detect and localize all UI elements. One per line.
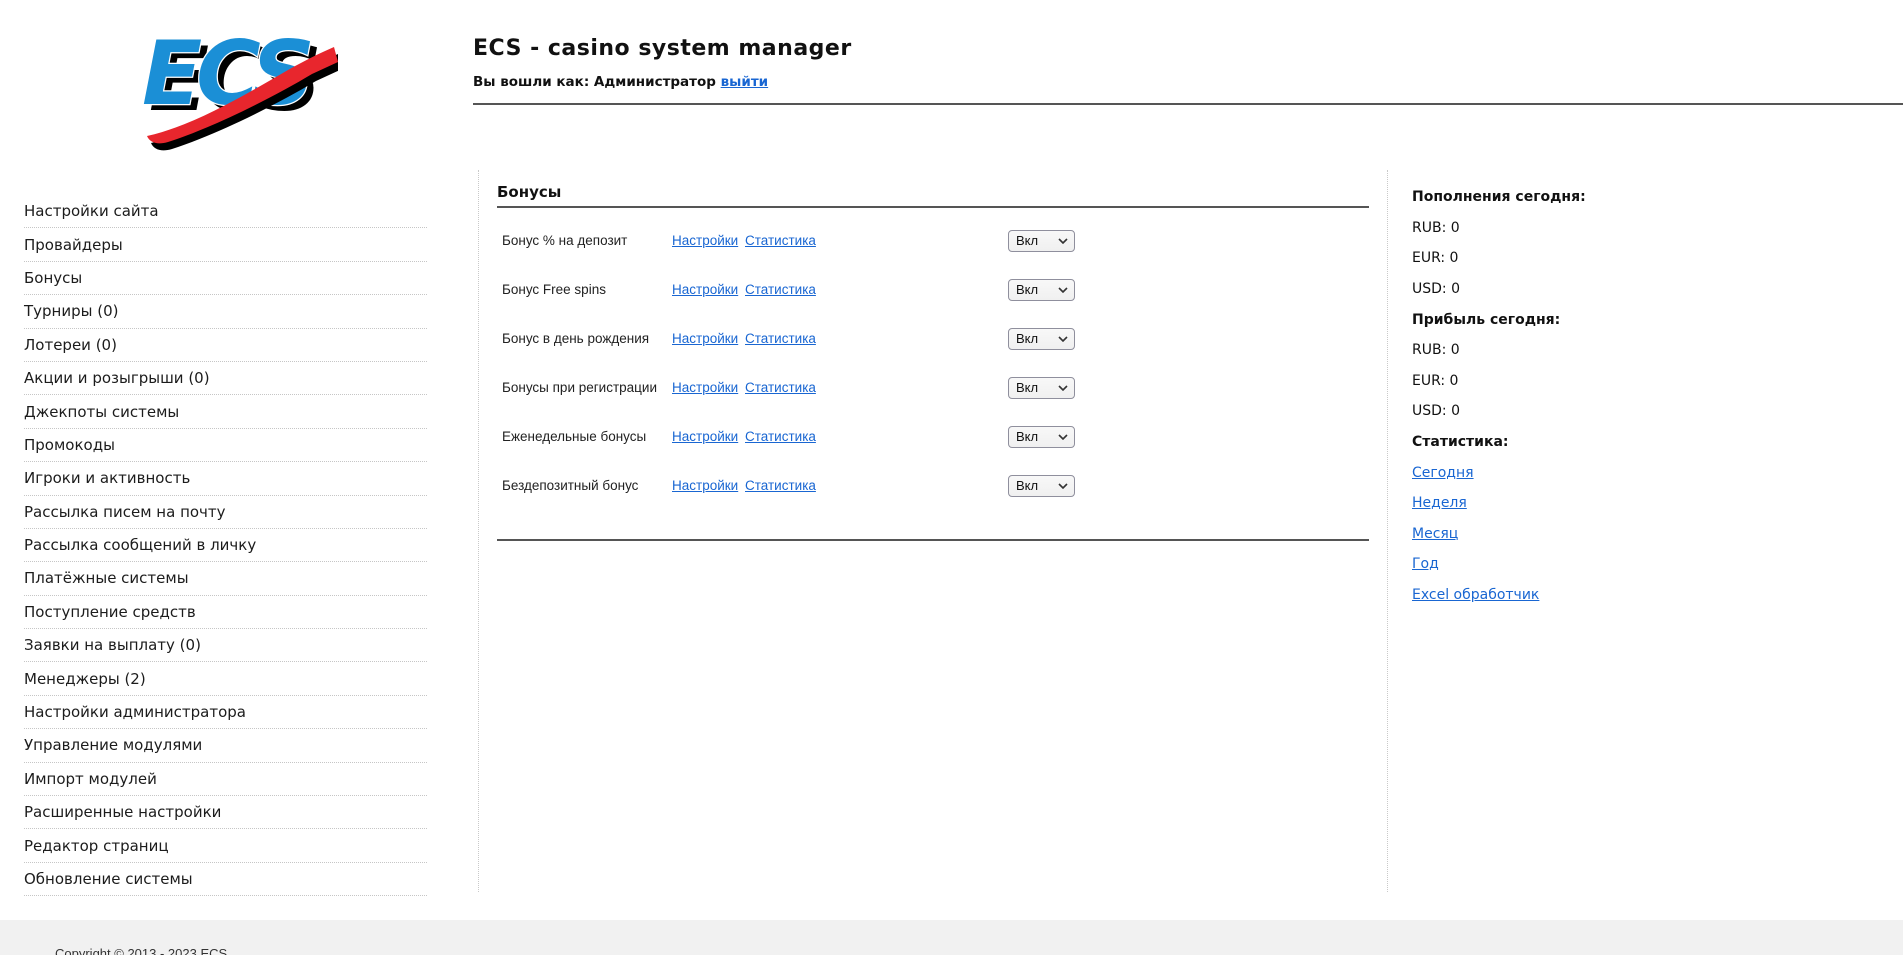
chevron-down-icon [1058,287,1068,293]
bonus-name: Бонус в день рождения [502,331,672,346]
stats-panel: Пополнения сегодня: RUB: 0 EUR: 0 USD: 0… [1412,182,1712,610]
bonus-toggle-select[interactable]: Вкл [1008,377,1075,399]
sidebar-item-page-editor[interactable]: Редактор страниц [24,829,427,862]
bonus-toggle-value: Вкл [1016,429,1038,444]
sidebar-item-module-import[interactable]: Импорт модулей [24,763,427,796]
sidebar-item-system-update[interactable]: Обновление системы [24,863,427,896]
login-status: Вы вошли как: Администратор выйти [473,74,768,90]
login-status-text: Вы вошли как: Администратор [473,74,716,90]
deposits-rub-value: RUB: 0 [1412,213,1712,244]
sidebar-item-managers[interactable]: Менеджеры (2) [24,662,427,695]
bonus-settings-link[interactable]: Настройки [672,429,745,444]
sidebar-item-incoming-funds[interactable]: Поступление средств [24,596,427,629]
bonus-settings-link[interactable]: Настройки [672,233,745,248]
sidebar-main-divider [478,170,479,892]
sidebar-item-providers[interactable]: Провайдеры [24,228,427,261]
profit-usd-value: USD: 0 [1412,396,1712,427]
sidebar-item-jackpots[interactable]: Джекпоты системы [24,395,427,428]
bonus-name: Бонусы при регистрации [502,380,672,395]
stats-excel-link[interactable]: Excel обработчик [1412,587,1539,603]
bonus-stats-link[interactable]: Статистика [745,380,935,395]
bonus-name: Бонус % на депозит [502,233,672,248]
bonus-toggle-select[interactable]: Вкл [1008,426,1075,448]
sidebar-item-email-mailing[interactable]: Рассылка писем на почту [24,496,427,529]
profit-eur-value: EUR: 0 [1412,366,1712,397]
stats-month-link[interactable]: Месяц [1412,526,1458,542]
sidebar-item-payout-requests[interactable]: Заявки на выплату (0) [24,629,427,662]
bonus-toggle-select[interactable]: Вкл [1008,230,1075,252]
stats-today-link[interactable]: Сегодня [1412,465,1474,481]
bonus-toggle-value: Вкл [1016,331,1038,346]
deposits-today-title: Пополнения сегодня: [1412,182,1712,213]
footer: Copyright © 2013 - 2023 ECS [0,920,1903,955]
sidebar-item-site-settings[interactable]: Настройки сайта [24,195,427,228]
bonus-settings-link[interactable]: Настройки [672,478,745,493]
bonus-toggle-select[interactable]: Вкл [1008,328,1075,350]
chevron-down-icon [1058,336,1068,342]
bonus-row: Бонусы при регистрации Настройки Статист… [502,363,1369,412]
sidebar-item-bonuses[interactable]: Бонусы [24,262,427,295]
stats-year-link[interactable]: Год [1412,556,1439,572]
bonus-toggle-select[interactable]: Вкл [1008,475,1075,497]
sidebar-item-payment-systems[interactable]: Платёжные системы [24,562,427,595]
main-rightpanel-divider [1387,170,1388,892]
page: ECS ECS ECS - casino system manager Вы в… [0,0,1903,955]
bonus-row: Бездепозитный бонус Настройки Статистика… [502,461,1369,510]
bonus-toggle-value: Вкл [1016,478,1038,493]
bonus-stats-link[interactable]: Статистика [745,429,935,444]
sidebar-item-players-activity[interactable]: Игроки и активность [24,462,427,495]
chevron-down-icon [1058,238,1068,244]
profit-rub-value: RUB: 0 [1412,335,1712,366]
stats-week-link[interactable]: Неделя [1412,495,1467,511]
sidebar-item-promocodes[interactable]: Промокоды [24,429,427,462]
bonus-stats-link[interactable]: Статистика [745,282,935,297]
bonus-row: Еженедельные бонусы Настройки Статистика… [502,412,1369,461]
chevron-down-icon [1058,483,1068,489]
ecs-logo: ECS ECS [140,14,338,152]
bonus-name: Бездепозитный бонус [502,478,672,493]
bonus-name: Еженедельные бонусы [502,429,672,444]
section-bottom-rule [497,539,1369,541]
bonus-settings-link[interactable]: Настройки [672,282,745,297]
bonus-row: Бонус % на депозит Настройки Статистика … [502,216,1369,265]
page-title: ECS - casino system manager [473,36,852,61]
bonus-settings-link[interactable]: Настройки [672,331,745,346]
bonus-stats-link[interactable]: Статистика [745,331,935,346]
section-title: Бонусы [497,183,561,201]
bonus-stats-link[interactable]: Статистика [745,478,935,493]
sidebar-menu: Настройки сайта Провайдеры Бонусы Турнир… [24,195,427,896]
bonus-stats-link[interactable]: Статистика [745,233,935,248]
bonus-row: Бонус Free spins Настройки Статистика Вк… [502,265,1369,314]
bonus-toggle-select[interactable]: Вкл [1008,279,1075,301]
chevron-down-icon [1058,385,1068,391]
bonus-list: Бонус % на депозит Настройки Статистика … [502,216,1369,510]
profit-today-title: Прибыль сегодня: [1412,304,1712,335]
sidebar-item-tournaments[interactable]: Турниры (0) [24,295,427,328]
deposits-usd-value: USD: 0 [1412,274,1712,305]
sidebar-item-module-management[interactable]: Управление модулями [24,729,427,762]
logout-link[interactable]: выйти [721,74,769,90]
bonus-name: Бонус Free spins [502,282,672,297]
bonus-toggle-value: Вкл [1016,282,1038,297]
header-divider [473,103,1903,105]
bonus-settings-link[interactable]: Настройки [672,380,745,395]
section-top-rule [497,206,1369,208]
sidebar-item-advanced-settings[interactable]: Расширенные настройки [24,796,427,829]
sidebar-item-pm-mailing[interactable]: Рассылка сообщений в личку [24,529,427,562]
copyright-text: Copyright © 2013 - 2023 ECS [55,946,1903,955]
sidebar-item-promotions[interactable]: Акции и розыгрыши (0) [24,362,427,395]
chevron-down-icon [1058,434,1068,440]
bonus-row: Бонус в день рождения Настройки Статисти… [502,314,1369,363]
bonus-toggle-value: Вкл [1016,380,1038,395]
sidebar-item-lotteries[interactable]: Лотереи (0) [24,329,427,362]
deposits-eur-value: EUR: 0 [1412,243,1712,274]
bonus-toggle-value: Вкл [1016,233,1038,248]
sidebar-item-admin-settings[interactable]: Настройки администратора [24,696,427,729]
statistics-title: Статистика: [1412,427,1712,458]
